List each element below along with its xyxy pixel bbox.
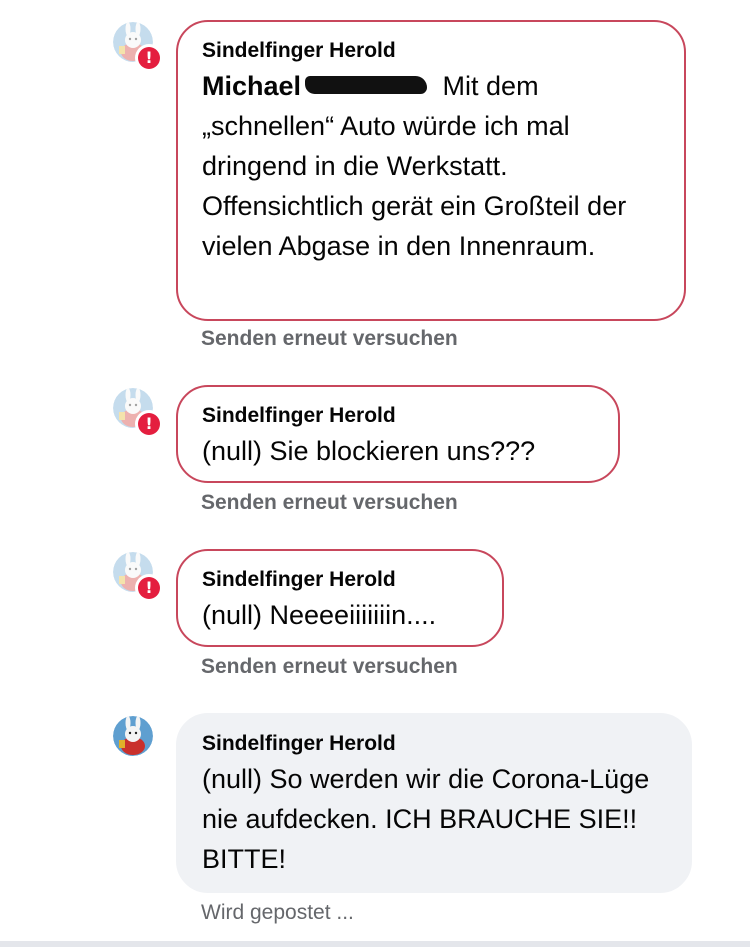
avatar[interactable]: ! xyxy=(113,552,163,602)
bottom-divider xyxy=(0,941,750,947)
comment-bubble[interactable]: Sindelfinger Herold (null) Neeeeiiiiiiin… xyxy=(176,549,504,647)
comment-text: (null) So werden wir die Corona-Lüge nie… xyxy=(202,764,650,874)
comment-author[interactable]: Sindelfinger Herold xyxy=(202,403,594,429)
comment-text: (null) Neeeeiiiiiiin.... xyxy=(202,600,437,630)
comment-bubble[interactable]: Sindelfinger Herold (null) So werden wir… xyxy=(176,713,692,893)
mention-name[interactable]: Michael xyxy=(202,71,301,101)
error-badge: ! xyxy=(135,574,163,602)
error-icon: ! xyxy=(138,413,160,435)
avatar[interactable] xyxy=(113,716,153,756)
redaction-mark xyxy=(305,75,428,94)
comment-author[interactable]: Sindelfinger Herold xyxy=(202,38,660,64)
posting-status: Wird gepostet ... xyxy=(201,901,354,924)
retry-send-link[interactable]: Senden erneut versuchen xyxy=(201,326,458,352)
rabbit-avatar-icon xyxy=(113,716,153,756)
avatar[interactable]: ! xyxy=(113,22,163,72)
error-badge: ! xyxy=(135,44,163,72)
comment-bubble[interactable]: Sindelfinger Herold Michael Mit dem „sch… xyxy=(176,20,686,321)
avatar[interactable]: ! xyxy=(113,388,163,438)
retry-send-link[interactable]: Senden erneut versuchen xyxy=(201,490,458,516)
error-icon: ! xyxy=(138,577,160,599)
comment-text: (null) Sie blockieren uns??? xyxy=(202,436,536,466)
error-badge: ! xyxy=(135,410,163,438)
comment-author[interactable]: Sindelfinger Herold xyxy=(202,567,478,593)
comment-text: Michael Mit dem „schnellen“ Auto würde i… xyxy=(202,66,660,266)
error-icon: ! xyxy=(138,47,160,69)
retry-send-link[interactable]: Senden erneut versuchen xyxy=(201,654,458,680)
comment-bubble[interactable]: Sindelfinger Herold (null) Sie blockiere… xyxy=(176,385,620,483)
comment-author[interactable]: Sindelfinger Herold xyxy=(202,731,666,757)
